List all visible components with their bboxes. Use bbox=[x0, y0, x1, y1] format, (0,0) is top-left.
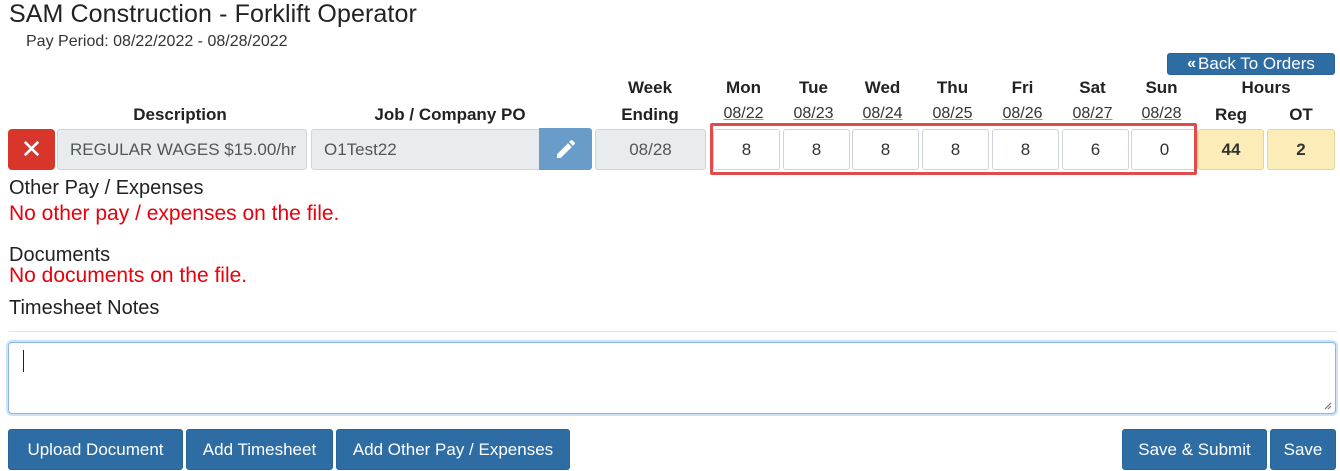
close-icon: ✕ bbox=[20, 134, 43, 164]
add-other-pay-button[interactable]: Add Other Pay / Expenses bbox=[336, 429, 570, 470]
job-po-field: O1Test22 bbox=[311, 129, 541, 170]
header-hours: Hours bbox=[1241, 78, 1291, 97]
add-timesheet-button[interactable]: Add Timesheet bbox=[186, 429, 333, 470]
save-and-submit-button[interactable]: Save & Submit bbox=[1122, 429, 1267, 470]
delete-row-button[interactable]: ✕ bbox=[8, 129, 55, 170]
divider bbox=[9, 331, 1337, 332]
header-reg: Reg bbox=[1214, 105, 1248, 124]
upload-document-button[interactable]: Upload Document bbox=[8, 429, 183, 470]
text-caret bbox=[23, 350, 24, 372]
ot-hours-total: 2 bbox=[1267, 129, 1335, 170]
reg-hours-total: 44 bbox=[1198, 129, 1264, 170]
day-name-mon: Mon bbox=[726, 78, 761, 97]
double-chevron-left-icon: « bbox=[1187, 55, 1196, 72]
header-description: Description bbox=[133, 105, 227, 124]
day-date-thu: 08/25 bbox=[932, 105, 973, 122]
day-date-mon: 08/22 bbox=[723, 105, 764, 122]
other-pay-empty-message: No other pay / expenses on the file. bbox=[9, 202, 340, 225]
save-button[interactable]: Save bbox=[1270, 429, 1336, 470]
other-pay-title: Other Pay / Expenses bbox=[9, 177, 204, 199]
day-date-wed: 08/24 bbox=[862, 105, 903, 122]
day-name-wed: Wed bbox=[864, 78, 901, 97]
day-date-tue: 08/23 bbox=[793, 105, 834, 122]
day-name-sun: Sun bbox=[1145, 78, 1178, 97]
resize-handle-icon[interactable] bbox=[1322, 400, 1332, 410]
week-ending-field: 08/28 bbox=[595, 129, 706, 170]
day-date-sun: 08/28 bbox=[1141, 105, 1182, 122]
header-job-po: Job / Company PO bbox=[374, 105, 526, 124]
header-ending: Ending bbox=[621, 105, 679, 124]
pencil-icon bbox=[556, 139, 575, 158]
back-to-orders-button[interactable]: « Back To Orders bbox=[1167, 53, 1335, 75]
edit-job-po-button[interactable] bbox=[539, 128, 592, 170]
day-name-sat: Sat bbox=[1079, 78, 1106, 97]
header-ot: OT bbox=[1289, 105, 1313, 124]
back-to-orders-label: Back To Orders bbox=[1198, 54, 1315, 73]
header-week: Week bbox=[627, 78, 673, 97]
day-date-fri: 08/26 bbox=[1002, 105, 1043, 122]
description-field: REGULAR WAGES $15.00/hr bbox=[57, 129, 307, 170]
pay-period: Pay Period: 08/22/2022 - 08/28/2022 bbox=[26, 33, 288, 50]
day-name-thu: Thu bbox=[936, 78, 969, 97]
page-title: SAM Construction - Forklift Operator bbox=[9, 0, 417, 28]
day-hours-highlight bbox=[710, 123, 1197, 175]
day-date-sat: 08/27 bbox=[1072, 105, 1113, 122]
timesheet-notes-title: Timesheet Notes bbox=[9, 297, 160, 319]
day-name-tue: Tue bbox=[799, 78, 828, 97]
timesheet-notes-input[interactable] bbox=[8, 342, 1336, 414]
day-name-fri: Fri bbox=[1011, 78, 1034, 97]
documents-empty-message: No documents on the file. bbox=[9, 264, 248, 287]
